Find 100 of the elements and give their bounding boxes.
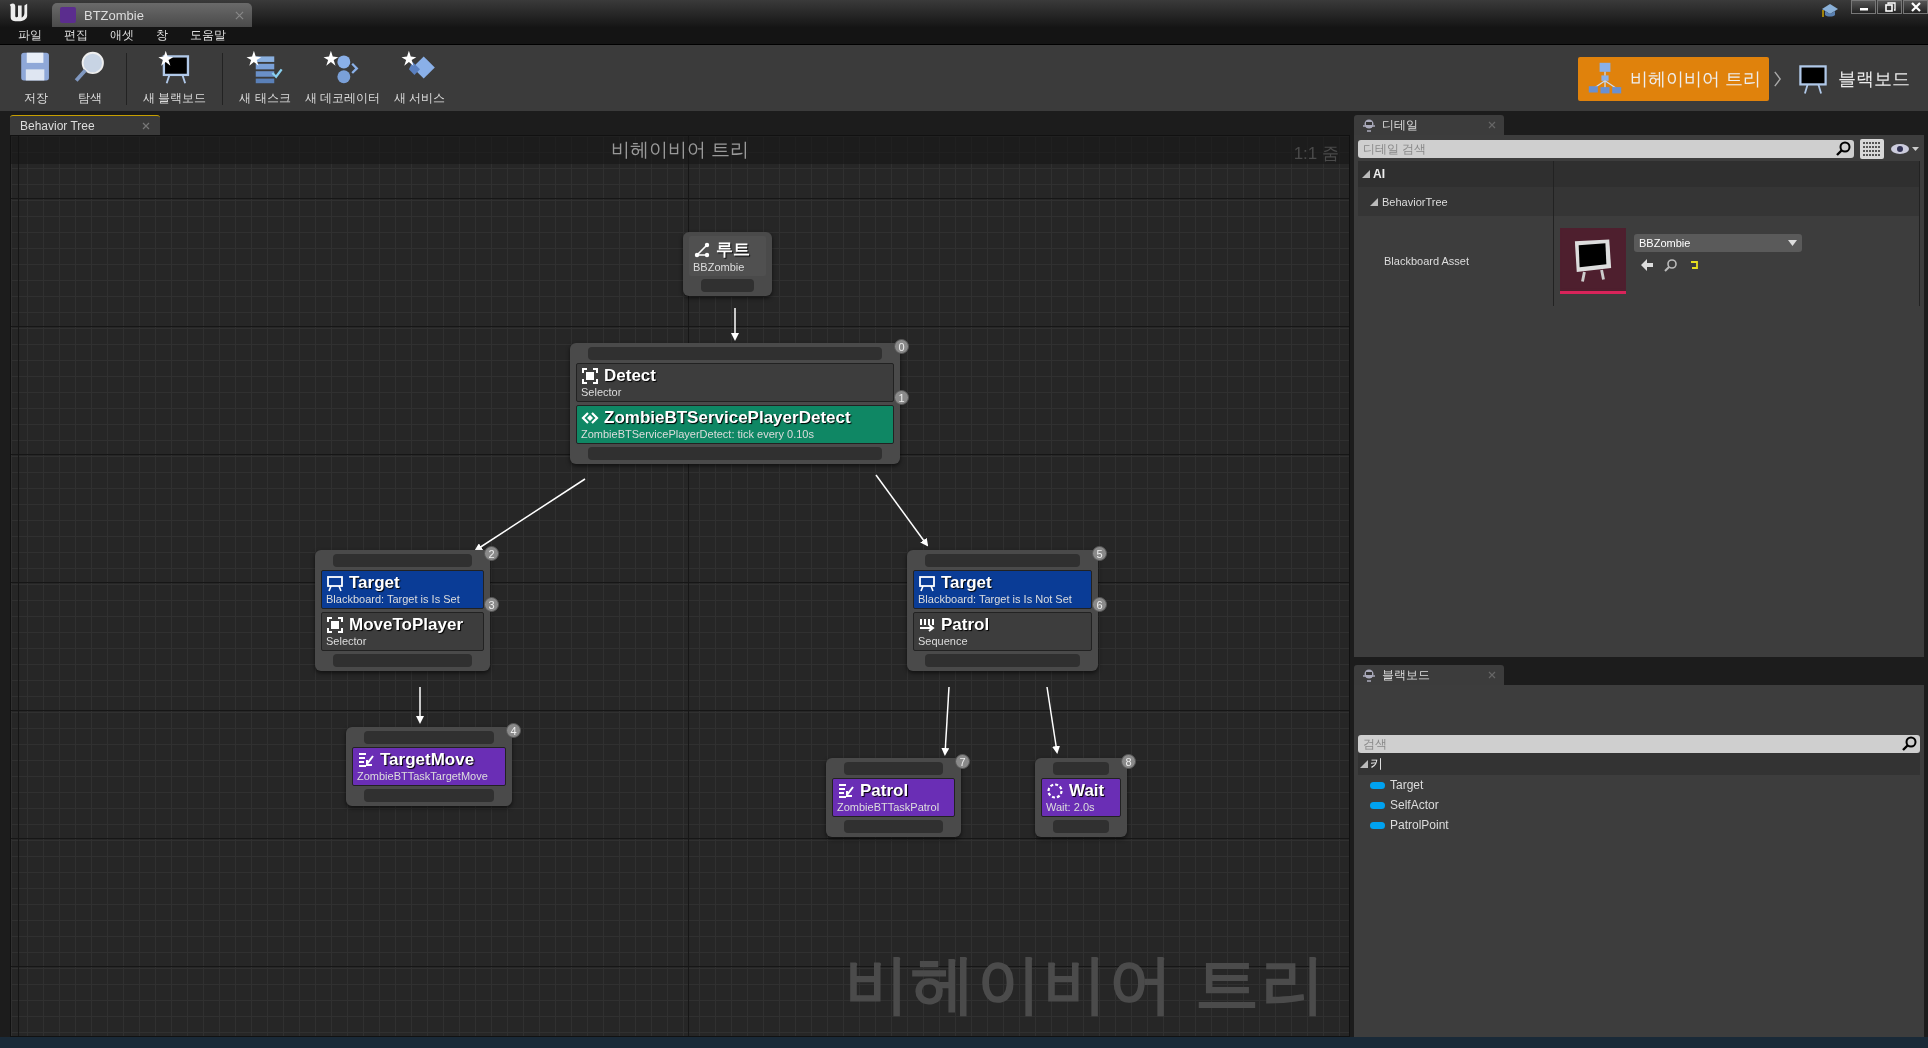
category-label: 키 xyxy=(1370,755,1383,773)
search-icon[interactable] xyxy=(1664,258,1678,272)
node-subtitle: ZombieBTTaskPatrol xyxy=(837,801,941,813)
tree-node[interactable]: Patrol ZombieBTTaskPatrol xyxy=(826,758,961,837)
node-subtitle: Blackboard: Target is Is Not Set xyxy=(918,593,1073,605)
node-title: TargetMove xyxy=(380,750,475,770)
selector-icon xyxy=(326,616,344,634)
restore-icon xyxy=(1883,2,1896,12)
expanded-arrow-icon[interactable] xyxy=(1370,197,1378,206)
expanded-arrow-icon[interactable] xyxy=(1360,760,1368,768)
output-pin[interactable] xyxy=(1053,820,1109,833)
robot-icon xyxy=(1362,118,1376,132)
tree-node[interactable]: Target Blackboard: Target is Is Set MoveToPlayer Selector xyxy=(315,550,490,671)
close-button[interactable] xyxy=(1903,0,1928,14)
toolbar-button[interactable]: 탐색 xyxy=(64,49,116,109)
blackboard-key[interactable]: PatrolPoint xyxy=(1390,818,1449,832)
node-subtitle: Wait: 2.0s xyxy=(1046,801,1096,813)
output-pin[interactable] xyxy=(701,279,754,292)
search-field[interactable]: 검색 xyxy=(1358,735,1920,753)
back-arrow-icon[interactable] xyxy=(1640,258,1654,272)
list-view-icon[interactable] xyxy=(1860,139,1884,159)
task-list-icon xyxy=(245,49,285,86)
tab-label: Behavior Tree xyxy=(20,118,95,133)
mode-button[interactable]: 블랙보드 xyxy=(1786,57,1918,101)
restore-button[interactable] xyxy=(1877,0,1902,14)
property-label: Blackboard Asset xyxy=(1358,216,1554,306)
node-title: Target xyxy=(349,573,400,593)
input-pin[interactable] xyxy=(1053,762,1109,775)
asset-dropdown[interactable]: BBZombie xyxy=(1634,234,1802,252)
node-subtitle: ZombieBTServicePlayerDetect: tick every 0.10s xyxy=(581,428,815,440)
task-icon xyxy=(357,751,375,769)
tree-node[interactable]: TargetMove ZombieBTTaskTargetMove xyxy=(346,727,512,806)
menu-item[interactable]: 편집 xyxy=(64,27,88,44)
eye-icon[interactable] xyxy=(1890,142,1920,156)
toolbar-button[interactable]: 새 데코레이터 xyxy=(298,49,387,109)
category-row[interactable]: AI xyxy=(1358,161,1554,187)
close-icon xyxy=(1909,2,1922,12)
key-type-icon xyxy=(1370,821,1385,829)
input-pin[interactable] xyxy=(844,762,943,775)
connection-arrow xyxy=(731,307,739,341)
panel-tab[interactable]: 블랙보드 xyxy=(1354,665,1504,685)
document-tab[interactable]: BTZombie xyxy=(52,3,252,27)
toolbar-button[interactable]: 새 태스크 xyxy=(233,49,297,109)
input-pin[interactable] xyxy=(364,731,494,744)
close-icon[interactable] xyxy=(142,121,150,130)
graph-title: 비헤이비어 트리 xyxy=(610,138,750,162)
node-subtitle: ZombieBTTaskTargetMove xyxy=(357,770,489,782)
blackboard-icon xyxy=(918,574,936,592)
close-icon[interactable] xyxy=(1488,121,1496,129)
node-subtitle: Blackboard: Target is Is Set xyxy=(326,593,461,605)
tab-label: 디테일 xyxy=(1382,116,1418,134)
index-badge: 2 xyxy=(484,546,499,561)
search-icon[interactable] xyxy=(1902,736,1917,751)
connection-arrow xyxy=(1046,686,1061,754)
node-title: Target xyxy=(941,573,992,593)
tree-node[interactable]: Target Blackboard: Target is Is Not Set Patrol Sequence xyxy=(907,550,1098,671)
search-field[interactable]: 디테일 검색 xyxy=(1358,140,1854,158)
menu-item[interactable]: 창 xyxy=(156,27,168,44)
chevron-icon xyxy=(1773,70,1782,88)
subcategory-label: BehaviorTree xyxy=(1382,195,1448,208)
input-pin[interactable] xyxy=(333,554,472,567)
node-title: Detect xyxy=(604,366,656,386)
close-icon[interactable] xyxy=(235,10,244,20)
tab-label: 블랙보드 xyxy=(1382,666,1430,684)
tree-node[interactable]: Detect Selector ZombieBTServicePlayerDetect ZombieBTServicePlayerDetect: tick every 0.10s xyxy=(570,343,900,464)
menu-item[interactable]: 도움말 xyxy=(190,27,226,44)
input-pin[interactable] xyxy=(588,347,882,360)
blackboard-key[interactable]: Target xyxy=(1390,778,1424,792)
menu-item[interactable]: 애셋 xyxy=(110,27,134,44)
node-title: Patrol xyxy=(941,615,990,635)
close-icon[interactable] xyxy=(1488,671,1496,679)
search-icon[interactable] xyxy=(1836,141,1851,156)
node-title: 루트 xyxy=(716,239,750,261)
key-type-icon xyxy=(1370,781,1385,789)
blackboard-icon xyxy=(326,574,344,592)
index-badge: 0 xyxy=(894,339,909,354)
category-row[interactable]: 키 xyxy=(1358,753,1920,775)
index-badge: 4 xyxy=(506,723,521,738)
index-badge: 8 xyxy=(1121,754,1136,769)
expanded-arrow-icon[interactable] xyxy=(1362,170,1370,178)
blackboard-key[interactable]: SelfActor xyxy=(1390,798,1439,812)
tree-node[interactable]: 루트 BBZombie xyxy=(683,232,772,296)
node-title: Patrol xyxy=(860,781,909,801)
task-icon xyxy=(837,782,855,800)
menu-item[interactable]: 파일 xyxy=(18,27,42,44)
robot-icon xyxy=(1362,668,1376,682)
toolbar-button[interactable]: 새 블랙보드 xyxy=(137,49,213,109)
tree-node[interactable]: Wait Wait: 2.0s xyxy=(1035,758,1127,837)
graduation-cap-icon[interactable] xyxy=(1820,2,1840,20)
subcategory-row[interactable]: BehaviorTree xyxy=(1358,187,1554,216)
panel-tab[interactable]: 디테일 xyxy=(1354,115,1504,135)
node-subtitle: BBZombie xyxy=(693,261,746,273)
toolbar-button[interactable]: 새 서비스 xyxy=(388,49,452,109)
dropdown-arrow-icon xyxy=(1788,240,1797,246)
node-subtitle: Selector xyxy=(581,386,623,398)
toolbar-button[interactable]: 저장 xyxy=(10,49,62,109)
minimize-button[interactable] xyxy=(1851,0,1876,14)
editor-tab[interactable]: Behavior Tree xyxy=(10,115,160,135)
node-title: Wait xyxy=(1069,781,1105,801)
input-pin[interactable] xyxy=(925,554,1080,567)
